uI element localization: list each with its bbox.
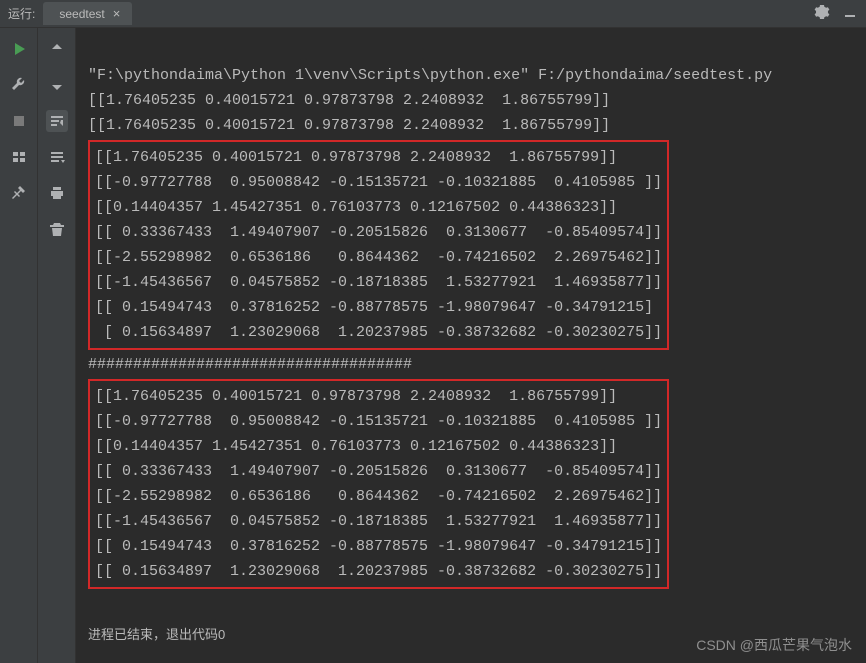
watermark: CSDN @西瓜芒果气泡水: [696, 635, 852, 655]
output-line: [[1.76405235 0.40015721 0.97873798 2.240…: [88, 117, 610, 134]
left-toolbar-1: [0, 28, 38, 663]
output-line: [[1.76405235 0.40015721 0.97873798 2.240…: [88, 92, 610, 109]
output-line: [[ 0.15494743 0.37816252 -0.88778575 -1.…: [95, 299, 653, 316]
command-line: "F:\pythondaima\Python 1\venv\Scripts\py…: [88, 67, 772, 84]
output-line: [[-0.97727788 0.95008842 -0.15135721 -0.…: [95, 174, 662, 191]
scroll-icon[interactable]: [46, 146, 68, 168]
print-icon[interactable]: [46, 182, 68, 204]
gear-icon[interactable]: [814, 4, 830, 25]
output-line: [[ 0.33367433 1.49407907 -0.20515826 0.3…: [95, 463, 662, 480]
tab-seedtest[interactable]: seedtest ×: [43, 2, 132, 25]
output-line: [[ 0.15494743 0.37816252 -0.88778575 -1.…: [95, 538, 662, 555]
tab-bar: 运行: seedtest ×: [0, 0, 866, 28]
separator-line: ####################################: [88, 356, 412, 373]
close-icon[interactable]: ×: [111, 6, 123, 21]
minimize-icon[interactable]: [842, 4, 858, 25]
left-toolbar-2: [38, 28, 76, 663]
output-line: [[0.14404357 1.45427351 0.76103773 0.121…: [95, 199, 617, 216]
stop-icon[interactable]: [8, 110, 30, 132]
up-arrow-icon[interactable]: [46, 38, 68, 60]
output-line: [[1.76405235 0.40015721 0.97873798 2.240…: [95, 149, 617, 166]
output-line: [[-0.97727788 0.95008842 -0.15135721 -0.…: [95, 413, 662, 430]
down-arrow-icon[interactable]: [46, 74, 68, 96]
layout-icon[interactable]: [8, 146, 30, 168]
output-line: [[ 0.33367433 1.49407907 -0.20515826 0.3…: [95, 224, 662, 241]
output-line: [[-1.45436567 0.04575852 -0.18718385 1.5…: [95, 513, 662, 530]
output-line: [[0.14404357 1.45427351 0.76103773 0.121…: [95, 438, 617, 455]
highlight-box-2: [[1.76405235 0.40015721 0.97873798 2.240…: [88, 379, 669, 589]
soft-wrap-icon[interactable]: [46, 110, 68, 132]
console-output[interactable]: "F:\pythondaima\Python 1\venv\Scripts\py…: [76, 28, 866, 663]
output-line: [[-1.45436567 0.04575852 -0.18718385 1.5…: [95, 274, 662, 291]
output-line: [ 0.15634897 1.23029068 1.20237985 -0.38…: [95, 324, 662, 341]
trash-icon[interactable]: [46, 218, 68, 240]
output-line: [[ 0.15634897 1.23029068 1.20237985 -0.3…: [95, 563, 662, 580]
pin-icon[interactable]: [8, 182, 30, 204]
output-line: [[-2.55298982 0.6536186 0.8644362 -0.742…: [95, 488, 662, 505]
output-line: [[1.76405235 0.40015721 0.97873798 2.240…: [95, 388, 617, 405]
run-icon[interactable]: [8, 38, 30, 60]
wrench-icon[interactable]: [8, 74, 30, 96]
highlight-box-1: [[1.76405235 0.40015721 0.97873798 2.240…: [88, 140, 669, 350]
output-line: [[-2.55298982 0.6536186 0.8644362 -0.742…: [95, 249, 662, 266]
tab-label: seedtest: [59, 7, 104, 21]
run-label: 运行:: [0, 5, 43, 22]
main-area: "F:\pythondaima\Python 1\venv\Scripts\py…: [0, 28, 866, 663]
